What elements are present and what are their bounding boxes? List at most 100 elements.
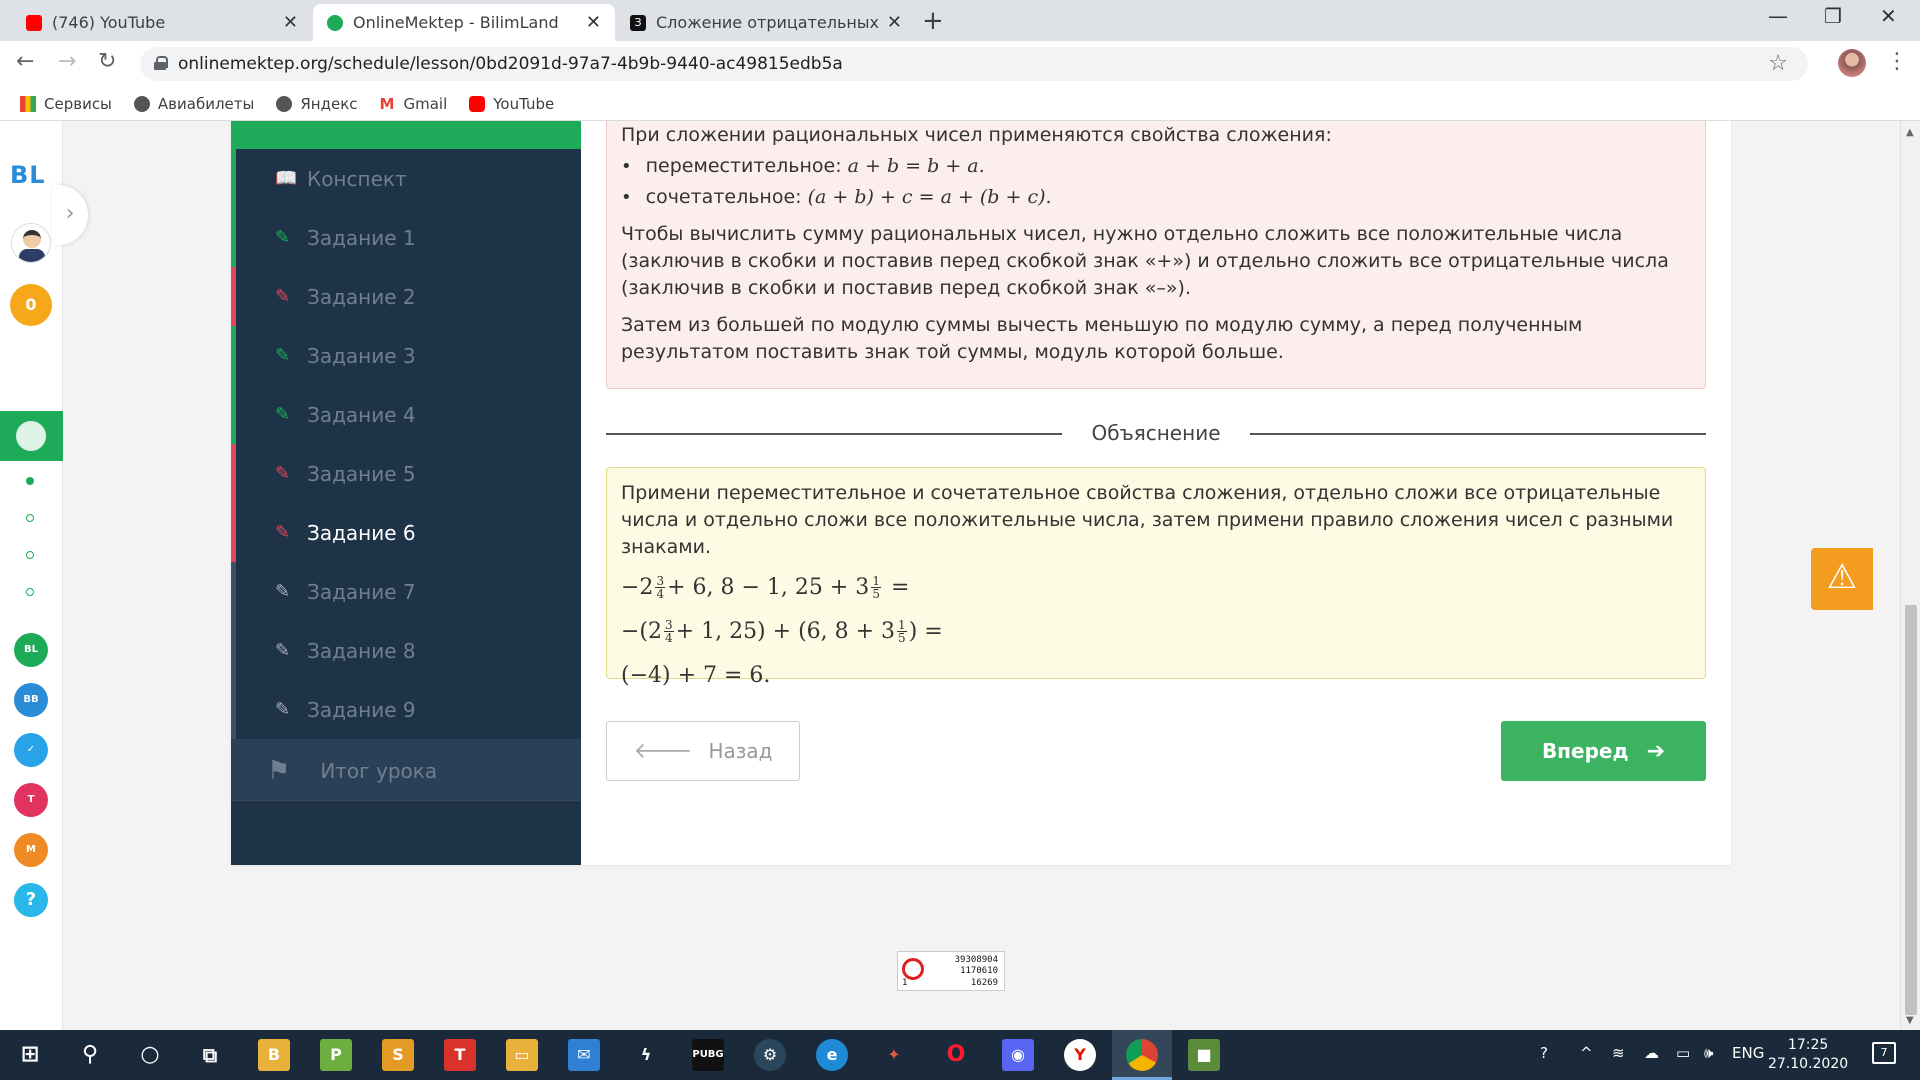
rail-dot[interactable]: [26, 551, 34, 559]
chevron-up-icon[interactable]: ^: [1580, 1044, 1593, 1062]
checklist-icon[interactable]: ✓: [14, 733, 48, 767]
app-lightning-icon[interactable]: ϟ: [630, 1039, 662, 1071]
mektep-icon[interactable]: M: [14, 833, 48, 867]
star-icon[interactable]: ☆: [1768, 51, 1788, 76]
restore-button[interactable]: ❐: [1824, 4, 1842, 28]
scroll-down-icon[interactable]: ▼: [1906, 1015, 1914, 1026]
theory-bullet: переместительное: a + b = b + a.: [621, 153, 1691, 180]
bilimbook-icon[interactable]: BB: [14, 683, 48, 717]
mail-icon[interactable]: ✉: [568, 1039, 600, 1071]
scrollbar-thumb[interactable]: [1905, 605, 1917, 1015]
sidebar-item[interactable]: ✎ Задание 7: [231, 562, 581, 621]
page-viewport: BL 0 BL BB ✓ T M ? › 📖 Конспект ✎ Задание 1…: [0, 121, 1920, 1030]
bookmark-yandex[interactable]: Яндекс: [276, 94, 358, 113]
profile-avatar[interactable]: [1838, 49, 1866, 77]
windows-start-icon[interactable]: ⊞: [14, 1039, 46, 1071]
visit-counter-widget[interactable]: 39308904 1170610 16269 1: [897, 951, 1005, 991]
edge-icon[interactable]: e: [816, 1039, 848, 1071]
sidebar-item[interactable]: ✎ Задание 3: [231, 326, 581, 385]
clock-time: 17:25: [1787, 1037, 1829, 1053]
sidebar-item[interactable]: 📖 Конспект: [231, 149, 581, 208]
app-origami-icon[interactable]: ✦: [878, 1039, 910, 1071]
minecraft-icon[interactable]: ■: [1188, 1039, 1220, 1071]
network-icon[interactable]: ☁: [1644, 1044, 1659, 1062]
bilimland-app-icon[interactable]: BL: [14, 633, 48, 667]
task-view-icon[interactable]: ⧉: [194, 1039, 226, 1071]
rail-onlinemektep[interactable]: [0, 411, 63, 461]
taskbar-clock[interactable]: 17:25 27.10.2020: [1768, 1036, 1848, 1074]
sidebar-item-result[interactable]: ⚑ Итог урока: [231, 739, 581, 803]
app-s-icon[interactable]: S: [382, 1039, 414, 1071]
forward-arrow-icon[interactable]: →: [58, 49, 76, 74]
help-tray-icon[interactable]: ?: [1540, 1044, 1548, 1062]
search-icon[interactable]: ⚲: [74, 1039, 106, 1071]
sidebar-item[interactable]: ✎ Задание 5: [231, 444, 581, 503]
sidebar-item[interactable]: ✎ Задание 1: [231, 208, 581, 267]
pubg-icon[interactable]: PUBG: [692, 1039, 724, 1071]
scroll-up-icon[interactable]: ▲: [1906, 127, 1914, 138]
bookmark-youtube[interactable]: YouTube: [469, 95, 554, 113]
language-indicator[interactable]: ENG: [1732, 1044, 1764, 1062]
sidebar-item-label: Задание 6: [307, 520, 416, 545]
bookmark-label: Яндекс: [300, 94, 358, 113]
steam-icon[interactable]: ⚙: [754, 1039, 786, 1071]
app-p-icon[interactable]: P: [320, 1039, 352, 1071]
chrome-icon[interactable]: [1126, 1039, 1158, 1071]
url-text: onlinemektep.org/schedule/lesson/0bd2091…: [178, 54, 843, 74]
back-button[interactable]: 🡐 Назад: [606, 721, 800, 781]
rail-dot[interactable]: [26, 588, 34, 596]
cortana-icon[interactable]: ○: [134, 1039, 166, 1071]
wifi-icon[interactable]: ≋: [1612, 1044, 1625, 1062]
expand-rail-button[interactable]: ›: [52, 185, 88, 245]
numerator: 1: [871, 573, 881, 588]
notification-count: 7: [1880, 1046, 1888, 1059]
sidebar-item[interactable]: ✎ Задание 6: [231, 503, 581, 562]
tab-title: Сложение отрицательных рац: [656, 13, 879, 32]
book-icon: 📖: [275, 167, 298, 189]
discord-icon[interactable]: ◉: [1002, 1039, 1034, 1071]
bookmark-gmail[interactable]: M Gmail: [380, 95, 448, 113]
youtube-icon: [469, 95, 486, 112]
report-warning-button[interactable]: ⚠: [1811, 548, 1873, 610]
minimize-button[interactable]: —: [1768, 4, 1788, 28]
menu-icon[interactable]: ⋮: [1886, 49, 1908, 74]
next-button[interactable]: Вперед ➔: [1501, 721, 1706, 781]
bilimland-logo[interactable]: BL: [10, 161, 46, 189]
bookmark-flights[interactable]: Авиабилеты: [133, 95, 254, 113]
yandex-browser-icon[interactable]: Y: [1064, 1039, 1096, 1071]
new-tab-button[interactable]: +: [922, 6, 944, 36]
battery-icon[interactable]: ▭: [1676, 1044, 1690, 1062]
address-bar[interactable]: onlinemektep.org/schedule/lesson/0bd2091…: [140, 47, 1808, 81]
page-scrollbar[interactable]: ▲ ▼: [1900, 121, 1920, 1030]
opera-icon[interactable]: O: [940, 1039, 972, 1071]
rail-dot[interactable]: [26, 477, 34, 485]
coin-counter[interactable]: 0: [10, 284, 52, 326]
edit-icon: ✎: [275, 698, 291, 720]
user-avatar[interactable]: [11, 223, 51, 263]
app-b-icon[interactable]: B: [258, 1039, 290, 1071]
file-explorer-icon[interactable]: ▭: [506, 1039, 538, 1071]
sidebar-item[interactable]: ✎ Задание 9: [231, 680, 581, 739]
back-arrow-icon[interactable]: ←: [16, 49, 34, 74]
close-icon[interactable]: ✕: [887, 12, 902, 33]
tab-lesson[interactable]: З Сложение отрицательных рац ✕: [616, 4, 916, 41]
sidebar-item[interactable]: ✎ Задание 4: [231, 385, 581, 444]
close-icon[interactable]: ✕: [586, 12, 601, 33]
close-window-button[interactable]: ✕: [1880, 4, 1897, 28]
bookmark-services[interactable]: Сервисы: [20, 95, 112, 113]
sidebar-item-label: Задание 9: [307, 697, 416, 722]
tab-onlinemektep[interactable]: OnlineMektep - BilimLand ✕: [313, 4, 615, 41]
twig-icon[interactable]: T: [14, 783, 48, 817]
help-icon[interactable]: ?: [14, 883, 48, 917]
arrow-left-icon: 🡐: [633, 739, 693, 764]
volume-icon[interactable]: 🕪: [1704, 1044, 1713, 1062]
tab-youtube[interactable]: (746) YouTube ✕: [12, 4, 312, 41]
sidebar-item[interactable]: ✎ Задание 2: [231, 267, 581, 326]
close-icon[interactable]: ✕: [283, 12, 298, 33]
app-t-icon[interactable]: T: [444, 1039, 476, 1071]
reload-icon[interactable]: ↻: [98, 49, 116, 74]
rail-dot[interactable]: [26, 514, 34, 522]
sidebar-item[interactable]: ✎ Задание 8: [231, 621, 581, 680]
notification-center-icon[interactable]: 7: [1872, 1042, 1896, 1064]
counter-value: 1: [902, 978, 908, 988]
